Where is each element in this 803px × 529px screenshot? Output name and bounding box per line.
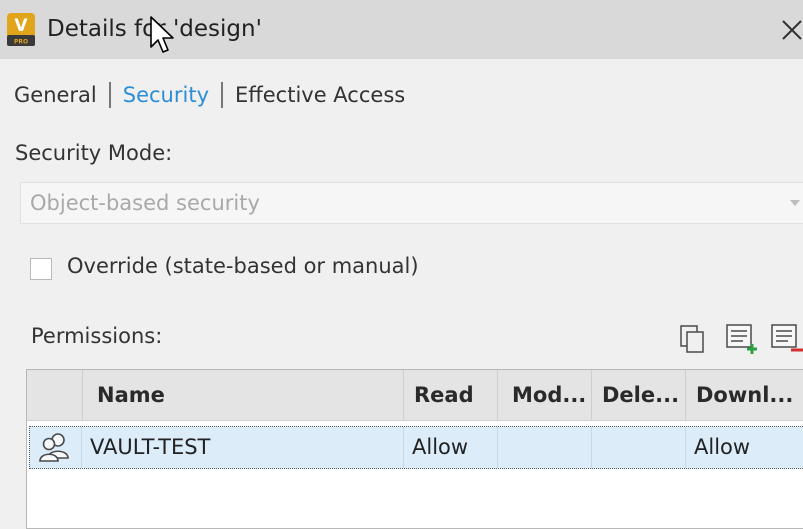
security-mode-select[interactable]: Object-based security xyxy=(20,182,803,224)
tab-effective-access[interactable]: Effective Access xyxy=(235,83,405,107)
tab-security[interactable]: Security xyxy=(123,83,209,107)
cell-download: Allow xyxy=(694,435,751,459)
row-icon-cell xyxy=(30,427,82,468)
tab-separator xyxy=(108,82,111,108)
security-mode-label: Security Mode: xyxy=(15,141,173,165)
security-mode-value: Object-based security xyxy=(30,191,260,215)
column-header-read[interactable]: Read xyxy=(404,370,498,420)
override-checkbox[interactable] xyxy=(30,258,52,280)
grid-header: Name Read Mod... Dele... Downl... xyxy=(27,370,803,421)
copy-icon[interactable] xyxy=(676,322,710,356)
cell-modify xyxy=(498,427,592,468)
cell-name: VAULT-TEST xyxy=(82,427,404,468)
window-title: Details for 'design' xyxy=(47,16,262,42)
add-entry-icon[interactable] xyxy=(724,322,758,356)
table-row[interactable]: VAULT-TEST Allow Allow xyxy=(29,426,803,469)
close-icon[interactable] xyxy=(781,19,803,41)
override-label: Override (state-based or manual) xyxy=(67,254,419,278)
app-icon-letter: V xyxy=(14,16,28,36)
permissions-label: Permissions: xyxy=(31,324,163,348)
app-icon-sub: PRO xyxy=(14,39,28,46)
tab-bar: General Security Effective Access xyxy=(14,80,405,110)
tab-general[interactable]: General xyxy=(14,83,97,107)
vault-pro-icon: V PRO xyxy=(7,13,35,46)
column-header-download[interactable]: Downl... xyxy=(686,370,803,420)
chevron-down-icon xyxy=(790,200,800,206)
column-header-name[interactable]: Name xyxy=(83,370,404,420)
cell-delete xyxy=(592,427,686,468)
group-user-icon xyxy=(39,433,69,462)
title-bar: V PRO Details for 'design' xyxy=(0,0,803,59)
column-header-delete[interactable]: Dele... xyxy=(592,370,686,420)
icon-column-header[interactable] xyxy=(27,370,83,420)
tab-separator xyxy=(221,82,224,108)
permissions-grid: Name Read Mod... Dele... Downl... VAULT-… xyxy=(26,369,803,529)
column-header-modify[interactable]: Mod... xyxy=(498,370,592,420)
cell-read: Allow xyxy=(404,427,498,468)
remove-entry-icon[interactable] xyxy=(769,322,803,356)
